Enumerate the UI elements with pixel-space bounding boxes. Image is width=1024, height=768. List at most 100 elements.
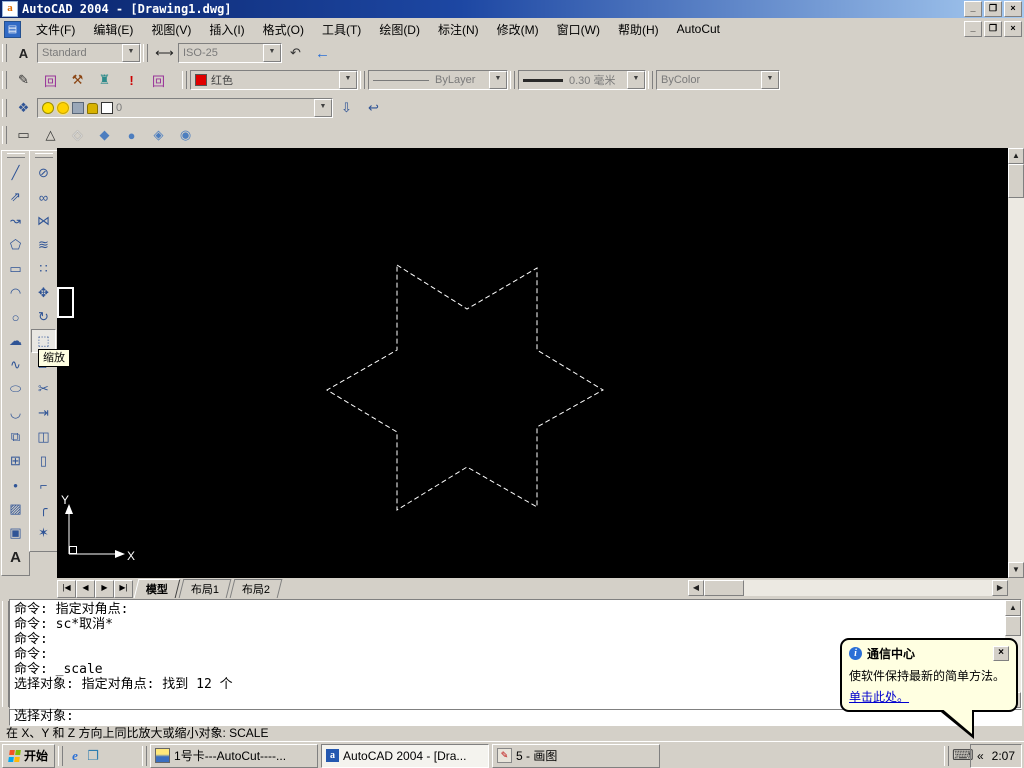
draw-circle-button[interactable]: ○: [3, 305, 28, 329]
scroll-up-icon[interactable]: ▲: [1005, 600, 1021, 616]
layer-previous-icon[interactable]: ↩: [361, 96, 386, 120]
trim-button[interactable]: ✂: [31, 377, 56, 401]
move-button[interactable]: ✥: [31, 281, 56, 305]
draw-point-button[interactable]: •: [3, 473, 28, 497]
plotstyle-select[interactable]: ByColor ▼: [656, 70, 780, 90]
back-arrow-icon[interactable]: ←: [310, 41, 335, 65]
tab-layout1[interactable]: 布局1: [179, 579, 232, 598]
hatch-button[interactable]: ▨: [3, 497, 28, 521]
lineweight-select[interactable]: 0.30 毫米 ▼: [518, 70, 646, 90]
drawing-canvas[interactable]: Y X: [57, 148, 1008, 578]
balloon-close-icon[interactable]: ×: [993, 646, 1009, 661]
close-button[interactable]: ×: [1004, 1, 1022, 17]
menu-autocut[interactable]: AutoCut: [668, 20, 729, 38]
drawing-icon[interactable]: ▤: [4, 21, 21, 38]
flat-shaded-edges-icon[interactable]: ◈: [146, 123, 171, 147]
keyboard-icon[interactable]: ⌨: [952, 747, 970, 765]
canvas-horizontal-scrollbar[interactable]: ◀ ▶: [688, 580, 1008, 596]
break-at-point-button[interactable]: ◫: [31, 425, 56, 449]
tab-next-icon[interactable]: ▶: [95, 580, 114, 598]
toolbar-grip[interactable]: [648, 71, 653, 89]
task-autocut[interactable]: 1号卡---AutoCut----...: [150, 744, 318, 768]
task-autocad[interactable]: a AutoCAD 2004 - [Dra...: [321, 744, 489, 768]
draw-polyline-button[interactable]: ↝: [3, 209, 28, 233]
task-paint[interactable]: ✎ 5 - 画图: [492, 744, 660, 768]
draw-line-button[interactable]: ╱: [3, 161, 28, 185]
toolbar-grip[interactable]: [2, 99, 7, 117]
star-selection[interactable]: [327, 265, 603, 510]
minimize-button[interactable]: _: [964, 1, 982, 17]
break-button[interactable]: ▯: [31, 449, 56, 473]
tab-last-icon[interactable]: ▶|: [114, 580, 133, 598]
draw-rectangle-button[interactable]: ▭: [3, 257, 28, 281]
scroll-down-icon[interactable]: ▼: [1008, 562, 1024, 578]
mdi-minimize-button[interactable]: _: [964, 21, 982, 37]
mirror-button[interactable]: ⋈: [31, 209, 56, 233]
draw-revision-cloud-button[interactable]: ☁: [3, 329, 28, 353]
menu-insert[interactable]: 插入(I): [200, 19, 253, 40]
layer-select[interactable]: 0 ▼: [37, 98, 333, 118]
mdi-restore-button[interactable]: ❐: [984, 21, 1002, 37]
extend-button[interactable]: ⇥: [31, 401, 56, 425]
copy-button[interactable]: ∞: [31, 185, 56, 209]
scroll-up-icon[interactable]: ▲: [1008, 148, 1024, 164]
explode-button[interactable]: ✶: [31, 521, 56, 545]
toolbar-grip[interactable]: [510, 71, 515, 89]
chevron-down-icon[interactable]: ▼: [761, 71, 779, 89]
toolbar-grip[interactable]: [2, 71, 7, 89]
mdi-close-button[interactable]: ×: [1004, 21, 1022, 37]
show-desktop-icon[interactable]: ❐: [84, 747, 102, 765]
canvas-vertical-scrollbar[interactable]: ▲ ▼: [1008, 148, 1024, 578]
rotate-button[interactable]: ↻: [31, 305, 56, 329]
chevron-down-icon[interactable]: ▼: [263, 44, 281, 62]
draw-polygon-button[interactable]: ⬠: [3, 233, 28, 257]
erase-button[interactable]: ⊘: [31, 161, 56, 185]
hidden-icon[interactable]: ◇: [65, 123, 90, 147]
scroll-right-icon[interactable]: ▶: [992, 580, 1008, 596]
menu-modify[interactable]: 修改(M): [488, 19, 548, 40]
balloon-link[interactable]: 单击此处。: [849, 688, 1009, 705]
tab-layout2[interactable]: 布局2: [230, 579, 283, 598]
menu-help[interactable]: 帮助(H): [609, 19, 668, 40]
menu-window[interactable]: 窗口(W): [548, 19, 609, 40]
toolbar-grip[interactable]: [182, 71, 187, 89]
ie-icon[interactable]: e: [66, 747, 84, 765]
tab-model[interactable]: 模型: [134, 579, 181, 598]
autocut-tool6-icon[interactable]: 回: [146, 68, 171, 92]
tab-first-icon[interactable]: |◀: [57, 580, 76, 598]
text-style-icon[interactable]: A: [11, 41, 36, 65]
gouraud-shaded-icon[interactable]: ●: [119, 123, 144, 147]
draw-ellipse-arc-button[interactable]: ◡: [3, 401, 28, 425]
menu-draw[interactable]: 绘图(D): [370, 19, 429, 40]
autocut-tool5-icon[interactable]: !: [119, 68, 144, 92]
layers-icon[interactable]: ❖: [11, 96, 36, 120]
autocut-tool1-icon[interactable]: ✎: [11, 68, 36, 92]
3d-wireframe-icon[interactable]: △: [38, 123, 63, 147]
autocut-tool4-icon[interactable]: ♜: [92, 68, 117, 92]
undo-icon[interactable]: ↶: [283, 41, 308, 65]
chevron-down-icon[interactable]: ▼: [627, 71, 645, 89]
autocut-tool3-icon[interactable]: ⚒: [65, 68, 90, 92]
2d-wireframe-icon[interactable]: ▭: [11, 123, 36, 147]
chevron-down-icon[interactable]: ▼: [489, 71, 507, 89]
scroll-left-icon[interactable]: ◀: [688, 580, 704, 596]
menu-view[interactable]: 视图(V): [142, 19, 200, 40]
autocut-tool2-icon[interactable]: 回: [38, 68, 63, 92]
chamfer-button[interactable]: ⌐: [31, 473, 56, 497]
toolbar-grip[interactable]: [7, 153, 25, 158]
chevron-down-icon[interactable]: ▼: [314, 99, 332, 117]
tray-collapse-icon[interactable]: «: [977, 749, 984, 763]
draw-construction-line-button[interactable]: ⇗: [3, 185, 28, 209]
start-button[interactable]: 开始: [2, 744, 55, 768]
toolbar-grip[interactable]: [2, 44, 7, 62]
draw-ellipse-button[interactable]: ⬭: [3, 377, 28, 401]
dim-style-icon[interactable]: ⟷: [152, 41, 177, 65]
draw-spline-button[interactable]: ∿: [3, 353, 28, 377]
flat-shaded-icon[interactable]: ◆: [92, 123, 117, 147]
tab-prev-icon[interactable]: ◀: [76, 580, 95, 598]
toolbar-grip[interactable]: [143, 44, 148, 62]
fillet-button[interactable]: ╭: [31, 497, 56, 521]
gouraud-shaded-edges-icon[interactable]: ◉: [173, 123, 198, 147]
color-select[interactable]: 红色 ▼: [190, 70, 358, 90]
menu-file[interactable]: 文件(F): [27, 19, 84, 40]
